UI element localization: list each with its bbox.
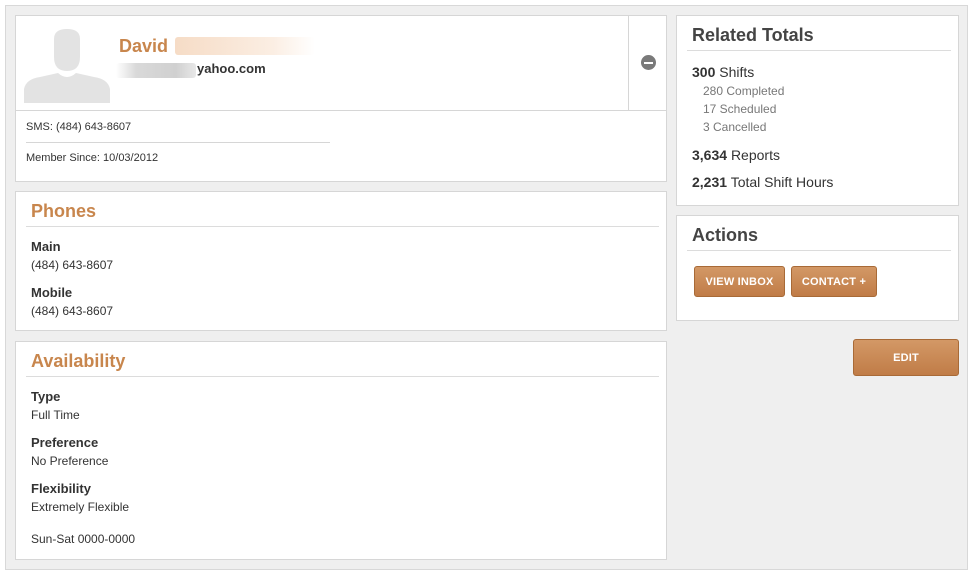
remove-area [628,15,667,110]
phones-section: Phones Main (484) 643-8607 Mobile (484) … [15,191,667,331]
divider [26,376,659,377]
phone-label-mobile: Mobile [31,285,73,300]
total-shifts: 300 Shifts [692,64,754,80]
shifts-cancelled: 3 Cancelled [703,120,767,134]
related-totals-section: Related Totals 300 Shifts 280 Completed … [676,15,959,206]
shifts-label: Shifts [719,64,755,80]
shifts-scheduled: 17 Scheduled [703,102,777,116]
user-first-name: David [119,36,169,56]
shifts-completed: 280 Completed [703,84,785,98]
availability-section: Availability Type Full Time Preference N… [15,341,667,560]
redacted-last-name [175,37,315,55]
availability-label-flexibility: Flexibility [31,481,91,496]
phone-value-main: (484) 643-8607 [31,258,114,272]
reports-label: Reports [730,147,780,163]
section-title-related-totals: Related Totals [692,25,814,45]
availability-label-preference: Preference [31,435,99,450]
hours-label: Total Shift Hours [730,174,834,190]
divider [687,250,951,251]
phone-value-mobile: (484) 643-8607 [31,304,114,318]
phone-label-main: Main [31,239,61,254]
hours-count: 2,231 [692,174,728,190]
reports-count: 3,634 [692,147,728,163]
edit-button[interactable]: EDIT [853,339,959,376]
availability-value-flexibility: Extremely Flexible [31,500,130,514]
total-reports: 3,634 Reports [692,147,780,163]
avatar-placeholder-icon [24,25,110,103]
actions-section: Actions VIEW INBOX CONTACT + [676,215,959,321]
divider [26,142,330,143]
remove-icon[interactable] [640,55,656,70]
divider [26,226,659,227]
availability-label-type: Type [31,389,61,404]
page-container: David yahoo.com SMS: (484) 643-8607 Memb… [5,5,968,570]
availability-schedule: Sun-Sat 0000-0000 [31,532,136,546]
divider [16,110,667,111]
availability-value-type: Full Time [31,408,80,422]
availability-value-preference: No Preference [31,454,109,468]
section-title-availability: Availability [31,351,126,371]
profile-header: David yahoo.com [16,16,629,110]
section-title-actions: Actions [692,225,759,245]
total-shift-hours: 2,231 Total Shift Hours [692,174,833,190]
user-email-domain: yahoo.com [197,61,266,76]
contact-button[interactable]: CONTACT + [791,266,877,297]
member-since: Member Since: 10/03/2012 [26,152,159,164]
redacted-email-user [116,63,196,78]
sms-number: SMS: (484) 643-8607 [26,121,132,133]
divider [687,50,951,51]
profile-card: David yahoo.com SMS: (484) 643-8607 Memb… [15,15,667,182]
section-title-phones: Phones [31,201,97,221]
shifts-count: 300 [692,64,716,80]
view-inbox-button[interactable]: VIEW INBOX [694,266,785,297]
